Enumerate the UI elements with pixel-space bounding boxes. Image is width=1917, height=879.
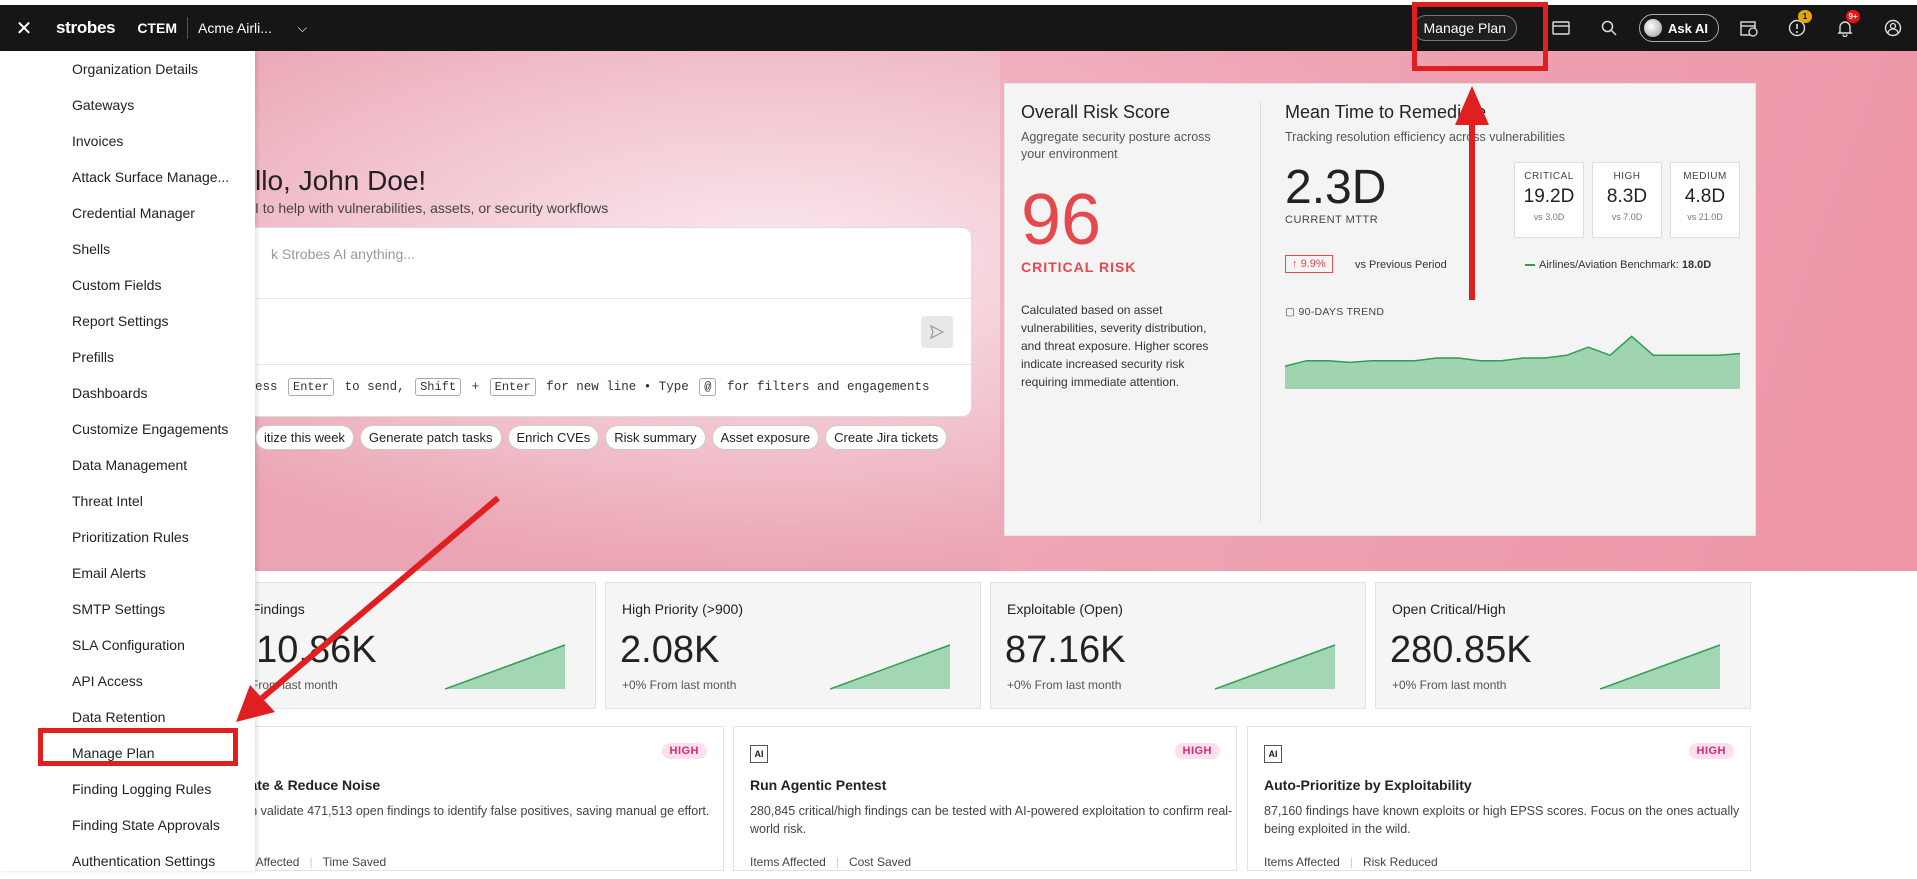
annotation-arrows — [236, 86, 1489, 722]
annotation-arrowhead — [1455, 86, 1489, 125]
annotation-arrow-diag — [260, 495, 500, 701]
